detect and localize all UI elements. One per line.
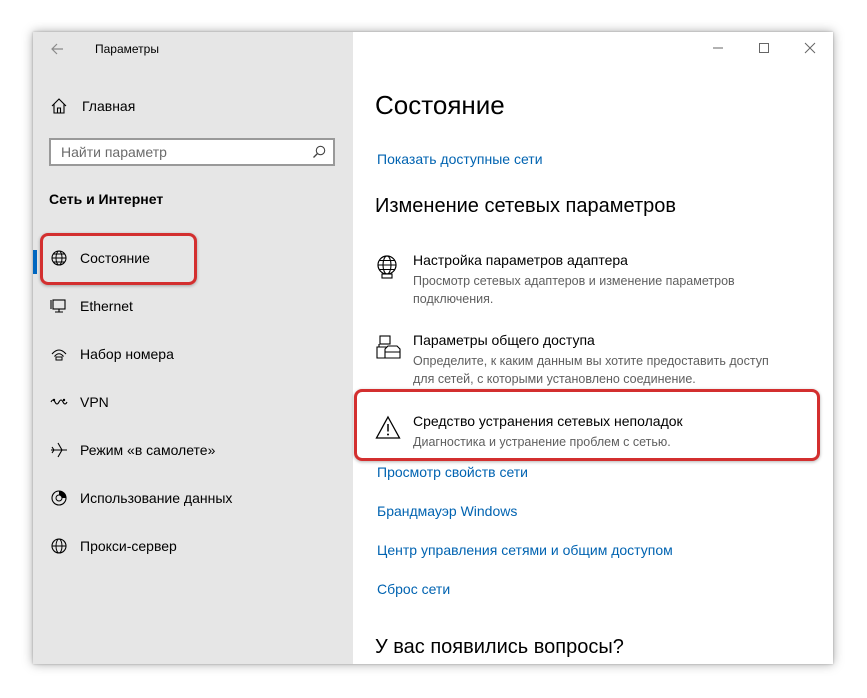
search-icon[interactable] <box>311 144 327 160</box>
sidebar-item-status[interactable]: Состояние <box>33 238 353 278</box>
minimize-button[interactable] <box>695 32 741 64</box>
sidebar-item-proxy[interactable]: Прокси-сервер <box>33 526 353 566</box>
sidebar-item-airplane[interactable]: Режим «в самолете» <box>33 430 353 470</box>
active-indicator <box>33 250 37 274</box>
show-networks-link[interactable]: Показать доступные сети <box>377 151 543 167</box>
ethernet-icon <box>50 299 66 313</box>
windows-firewall-link[interactable]: Брандмауэр Windows <box>377 503 517 519</box>
sidebar-item-label: Состояние <box>80 250 150 266</box>
dialup-icon <box>51 349 67 361</box>
sidebar-item-vpn[interactable]: VPN <box>33 382 353 422</box>
sidebar-item-label: Использование данных <box>80 490 233 506</box>
search-input[interactable] <box>51 140 311 164</box>
settings-window: Параметры Главная Сеть и Интернет Состоя… <box>33 32 833 664</box>
app-title: Параметры <box>95 42 159 56</box>
airplane-icon <box>51 442 67 458</box>
questions-heading: У вас появились вопросы? <box>375 636 624 658</box>
back-arrow-icon <box>51 43 63 55</box>
setting-title: Средство устранения сетевых неполадок <box>413 413 683 429</box>
close-icon <box>804 42 816 54</box>
sidebar-item-label: Прокси-сервер <box>80 538 177 554</box>
warning-icon <box>375 415 401 439</box>
network-properties-link[interactable]: Просмотр свойств сети <box>377 464 528 480</box>
globe-icon <box>51 250 67 266</box>
search-box[interactable] <box>49 138 335 166</box>
main-content: Состояние Показать доступные сети Измене… <box>353 32 833 664</box>
sharing-icon <box>376 335 401 359</box>
sidebar-item-dialup[interactable]: Набор номера <box>33 334 353 374</box>
page-title: Состояние <box>375 90 505 120</box>
sidebar-item-label: Набор номера <box>80 346 174 362</box>
home-icon <box>51 98 67 114</box>
vpn-icon <box>50 398 68 405</box>
window-controls <box>695 32 833 64</box>
section-title: Сеть и Интернет <box>49 191 164 207</box>
proxy-globe-icon <box>51 538 67 554</box>
maximize-icon <box>759 43 769 53</box>
setting-title: Параметры общего доступа <box>413 332 595 348</box>
network-reset-link[interactable]: Сброс сети <box>377 581 450 597</box>
sidebar-home[interactable]: Главная <box>49 94 135 118</box>
sidebar-item-label: VPN <box>80 394 109 410</box>
close-button[interactable] <box>787 32 833 64</box>
data-usage-icon <box>51 490 67 506</box>
sidebar-item-label: Режим «в самолете» <box>80 442 216 458</box>
network-center-link[interactable]: Центр управления сетями и общим доступом <box>377 542 673 558</box>
change-settings-heading: Изменение сетевых параметров <box>375 195 676 217</box>
home-label: Главная <box>82 98 136 114</box>
adapter-globe-icon <box>377 255 397 279</box>
maximize-button[interactable] <box>741 32 787 64</box>
setting-description: Диагностика и устранение проблем с сетью… <box>413 435 671 449</box>
sidebar-item-data-usage[interactable]: Использование данных <box>33 478 353 518</box>
setting-title: Настройка параметров адаптера <box>413 252 628 268</box>
sidebar-item-label: Ethernet <box>80 298 133 314</box>
setting-description: Определите, к каким данным вы хотите пре… <box>413 354 769 386</box>
setting-description: Просмотр сетевых адаптеров и изменение п… <box>413 274 735 306</box>
back-button[interactable] <box>47 38 67 60</box>
sidebar: Параметры Главная Сеть и Интернет Состоя… <box>33 32 353 664</box>
minimize-icon <box>713 47 723 49</box>
sidebar-item-ethernet[interactable]: Ethernet <box>33 286 353 326</box>
